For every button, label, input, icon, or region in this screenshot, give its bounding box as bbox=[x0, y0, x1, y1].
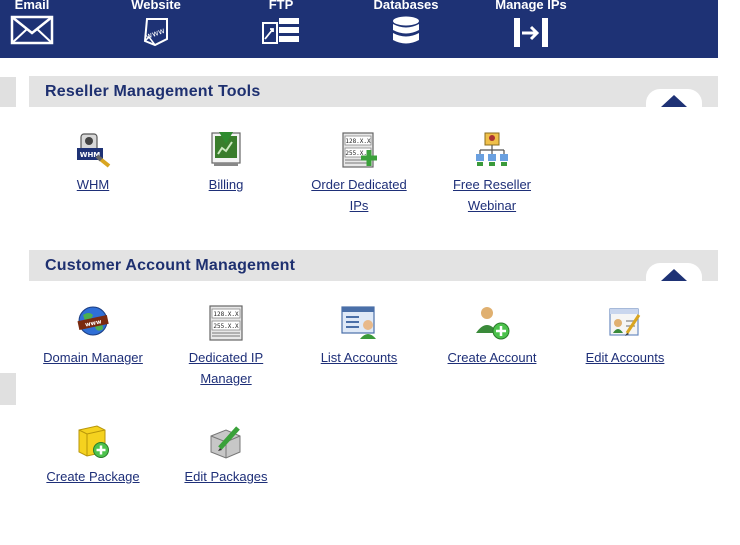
nav-databases-label: Databases bbox=[373, 0, 439, 12]
section-title: Reseller Management Tools bbox=[45, 83, 261, 100]
order-dedicated-ips-link[interactable]: Order Dedicated IPs bbox=[304, 174, 414, 216]
add-user-icon bbox=[476, 307, 510, 340]
nav-website[interactable]: Website www bbox=[101, 0, 211, 58]
collapse-arrow-icon bbox=[661, 95, 687, 107]
svg-text:128.X.X: 128.X.X bbox=[213, 311, 239, 318]
sidebar-edge bbox=[0, 373, 16, 405]
manage-ips-icon bbox=[514, 18, 548, 47]
nav-manage-ips-label: Manage IPs bbox=[495, 0, 567, 12]
tool-create-account: Create Account bbox=[437, 303, 547, 368]
domain-manager-link[interactable]: Domain Manager bbox=[38, 347, 148, 368]
webinar-icon bbox=[476, 132, 508, 166]
website-icon: www bbox=[143, 18, 168, 47]
edit-packages-link[interactable]: Edit Packages bbox=[171, 466, 281, 487]
database-icon bbox=[393, 16, 419, 44]
tool-domain-manager: www Domain Manager bbox=[38, 303, 148, 368]
ip-address-icon: 128.X.X 255.X.X bbox=[209, 305, 243, 341]
nav-email[interactable]: Email bbox=[0, 0, 87, 58]
tool-create-package: Create Package bbox=[38, 422, 148, 487]
nav-ftp-label: FTP bbox=[268, 0, 294, 12]
envelope-icon bbox=[10, 15, 54, 45]
edit-accounts-link[interactable]: Edit Accounts bbox=[570, 347, 680, 368]
tool-free-reseller-webinar: Free Reseller Webinar bbox=[437, 130, 547, 216]
nav-databases[interactable]: Databases bbox=[351, 0, 461, 58]
svg-text:www: www bbox=[144, 26, 166, 41]
section-title: Customer Account Management bbox=[45, 257, 296, 274]
edit-packages-icon bbox=[210, 426, 241, 459]
create-account-link[interactable]: Create Account bbox=[437, 347, 547, 368]
ftp-icon bbox=[262, 18, 299, 44]
sidebar-edge bbox=[0, 77, 16, 107]
globe-icon: www bbox=[77, 306, 109, 336]
collapse-toggle[interactable] bbox=[646, 263, 702, 281]
edit-accounts-icon bbox=[609, 308, 641, 336]
svg-text:128.X.X: 128.X.X bbox=[345, 138, 371, 145]
add-package-icon bbox=[78, 425, 109, 458]
svg-text:255.X.X: 255.X.X bbox=[213, 323, 239, 330]
list-accounts-icon bbox=[341, 306, 376, 339]
tool-edit-accounts: Edit Accounts bbox=[570, 303, 680, 368]
tool-order-dedicated-ips: 128.X.X 255.X.X Order Dedicated IPs bbox=[304, 130, 414, 216]
billing-link[interactable]: Billing bbox=[171, 174, 281, 195]
billing-icon bbox=[211, 132, 241, 166]
create-package-link[interactable]: Create Package bbox=[38, 466, 148, 487]
ip-address-icon: 128.X.X 255.X.X bbox=[342, 132, 377, 168]
nav-email-label: Email bbox=[14, 0, 50, 12]
whm-icon: WHM bbox=[77, 133, 111, 168]
tool-dedicated-ip-manager: 128.X.X 255.X.X Dedicated IP Manager bbox=[171, 303, 281, 389]
tool-billing: Billing bbox=[171, 130, 281, 195]
customer-accounts-header: Customer Account Management bbox=[29, 250, 718, 281]
tool-list-accounts: List Accounts bbox=[304, 303, 414, 368]
reseller-tools-header: Reseller Management Tools bbox=[29, 76, 718, 107]
dedicated-ip-manager-link[interactable]: Dedicated IP Manager bbox=[171, 347, 281, 389]
free-reseller-webinar-link[interactable]: Free Reseller Webinar bbox=[437, 174, 547, 216]
nav-ftp[interactable]: FTP bbox=[226, 0, 336, 58]
tool-whm: WHM WHM bbox=[38, 130, 148, 195]
nav-manage-ips[interactable]: Manage IPs bbox=[476, 0, 586, 58]
nav-website-label: Website bbox=[131, 0, 181, 12]
collapse-toggle[interactable] bbox=[646, 89, 702, 107]
whm-link[interactable]: WHM bbox=[38, 174, 148, 195]
collapse-arrow-icon bbox=[661, 269, 687, 281]
top-navigation-bar: Email Website www FTP Databases Manage I… bbox=[0, 0, 718, 58]
tool-edit-packages: Edit Packages bbox=[171, 422, 281, 487]
list-accounts-link[interactable]: List Accounts bbox=[304, 347, 414, 368]
